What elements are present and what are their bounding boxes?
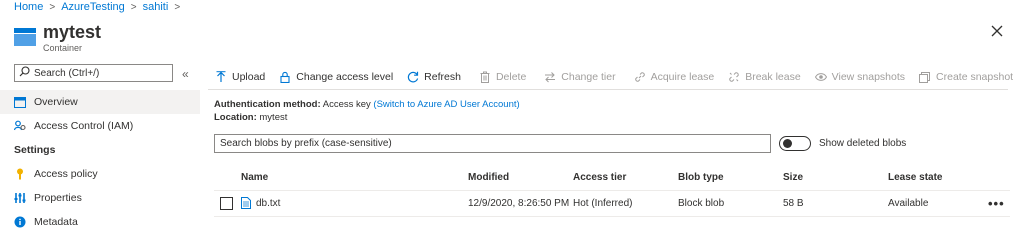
container-icon xyxy=(14,28,36,46)
page-subtitle: Container xyxy=(43,43,83,53)
sidebar-item-access-policy[interactable]: Access policy xyxy=(0,162,200,186)
sidebar-item-properties[interactable]: Properties xyxy=(0,186,200,210)
link-icon xyxy=(634,71,646,83)
refresh-icon xyxy=(407,71,419,83)
change-tier-label: Change tier xyxy=(561,70,616,83)
chevron-right-icon: > xyxy=(174,1,181,13)
chevron-right-icon: > xyxy=(49,1,56,13)
view-snapshots-label: View snapshots xyxy=(831,70,906,83)
break-lease-button[interactable]: Break lease xyxy=(721,66,807,88)
sidebar-search[interactable] xyxy=(14,64,173,82)
blob-name[interactable]: db.txt xyxy=(256,198,280,209)
sidebar-item-label: Access policy xyxy=(34,168,98,180)
upload-button[interactable]: Upload xyxy=(208,66,272,88)
toggle-knob xyxy=(783,139,792,148)
eye-icon xyxy=(814,71,827,83)
container-info: Authentication method: Access key (Switc… xyxy=(214,98,520,124)
create-snapshot-label: Create snapshot xyxy=(936,70,1014,83)
switch-auth-link[interactable]: (Switch to Azure AD User Account) xyxy=(373,99,519,110)
container-icon xyxy=(14,96,26,108)
search-icon xyxy=(19,66,30,80)
blob-access-tier: Hot (Inferred) xyxy=(573,198,633,209)
blob-type: Block blob xyxy=(678,198,725,209)
upload-icon xyxy=(215,70,227,83)
snapshot-icon xyxy=(919,71,931,83)
change-access-level-button[interactable]: Change access level xyxy=(272,66,400,88)
blob-lease-state: Available xyxy=(888,198,929,209)
info-icon xyxy=(14,216,26,228)
sidebar-item-overview[interactable]: Overview xyxy=(0,90,200,114)
sidebar-item-label: Overview xyxy=(34,96,78,108)
auth-method-value: Access key xyxy=(322,99,371,110)
column-header-lease-state[interactable]: Lease state xyxy=(888,172,942,183)
sidebar: « Overview Access Control (IAM) Settings… xyxy=(0,64,200,234)
command-bar: Upload Change access level Refresh Delet… xyxy=(208,64,1013,90)
close-icon[interactable] xyxy=(990,24,1004,38)
file-icon xyxy=(241,197,251,212)
sidebar-item-metadata[interactable]: Metadata xyxy=(0,210,200,234)
acquire-lease-button[interactable]: Acquire lease xyxy=(627,66,722,88)
delete-label: Delete xyxy=(495,70,527,83)
column-header-access-tier[interactable]: Access tier xyxy=(573,172,626,183)
column-header-size[interactable]: Size xyxy=(783,172,803,183)
break-lease-label: Break lease xyxy=(745,70,801,83)
upload-label: Upload xyxy=(232,70,266,83)
sidebar-item-label: Metadata xyxy=(34,216,78,228)
collapse-sidebar-icon[interactable]: « xyxy=(182,67,189,81)
swap-arrows-icon xyxy=(544,71,556,83)
view-snapshots-button[interactable]: View snapshots xyxy=(808,66,912,88)
key-icon xyxy=(14,168,26,180)
change-access-level-label: Change access level xyxy=(296,70,394,83)
breadcrumb-azuretesting[interactable]: AzureTesting xyxy=(61,1,125,13)
page-header: mytest Container xyxy=(14,22,101,53)
column-header-modified[interactable]: Modified xyxy=(468,172,509,183)
sidebar-section-settings: Settings xyxy=(14,144,56,156)
broken-link-icon xyxy=(728,71,740,83)
sidebar-item-iam[interactable]: Access Control (IAM) xyxy=(0,114,200,138)
row-select-checkbox[interactable] xyxy=(220,197,233,210)
refresh-button[interactable]: Refresh xyxy=(400,66,468,88)
table-row[interactable]: db.txt 12/9/2020, 8:26:50 PM Hot (Inferr… xyxy=(214,191,1010,217)
more-options-icon[interactable]: ••• xyxy=(988,196,1005,211)
breadcrumb-home[interactable]: Home xyxy=(14,1,43,13)
sidebar-search-input[interactable] xyxy=(34,67,164,79)
delete-button[interactable]: Delete xyxy=(472,66,533,88)
blob-search-box[interactable] xyxy=(214,134,771,153)
column-header-name[interactable]: Name xyxy=(241,172,268,183)
blob-size: 58 B xyxy=(783,198,804,209)
sidebar-item-label: Properties xyxy=(34,192,82,204)
show-deleted-blobs-label: Show deleted blobs xyxy=(819,138,907,149)
table-header: Name Modified Access tier Blob type Size… xyxy=(214,165,1010,191)
change-tier-button[interactable]: Change tier xyxy=(537,66,622,88)
create-snapshot-button[interactable]: Create snapshot xyxy=(912,66,1020,88)
acquire-lease-label: Acquire lease xyxy=(650,70,715,83)
trash-icon xyxy=(479,71,491,83)
sidebar-item-label: Access Control (IAM) xyxy=(34,120,134,132)
location-label: Location: xyxy=(214,112,257,123)
location-row: Location: mytest xyxy=(214,111,520,124)
location-value: mytest xyxy=(259,112,288,123)
auth-method-row: Authentication method: Access key (Switc… xyxy=(214,98,520,111)
lock-icon xyxy=(279,71,291,83)
refresh-label: Refresh xyxy=(424,70,461,83)
blob-modified: 12/9/2020, 8:26:50 PM xyxy=(468,198,570,209)
blob-table: Name Modified Access tier Blob type Size… xyxy=(214,165,1010,217)
breadcrumb-sahiti[interactable]: sahiti xyxy=(143,1,169,13)
show-deleted-blobs-toggle[interactable] xyxy=(779,136,811,151)
chevron-right-icon: > xyxy=(130,1,137,13)
blob-search-input[interactable] xyxy=(220,138,760,149)
breadcrumb: Home > AzureTesting > sahiti > xyxy=(14,0,186,14)
iam-people-icon xyxy=(14,120,26,132)
auth-method-label: Authentication method: xyxy=(214,99,321,110)
column-header-blob-type[interactable]: Blob type xyxy=(678,172,724,183)
page-title: mytest xyxy=(43,22,102,42)
properties-sliders-icon xyxy=(14,192,26,204)
